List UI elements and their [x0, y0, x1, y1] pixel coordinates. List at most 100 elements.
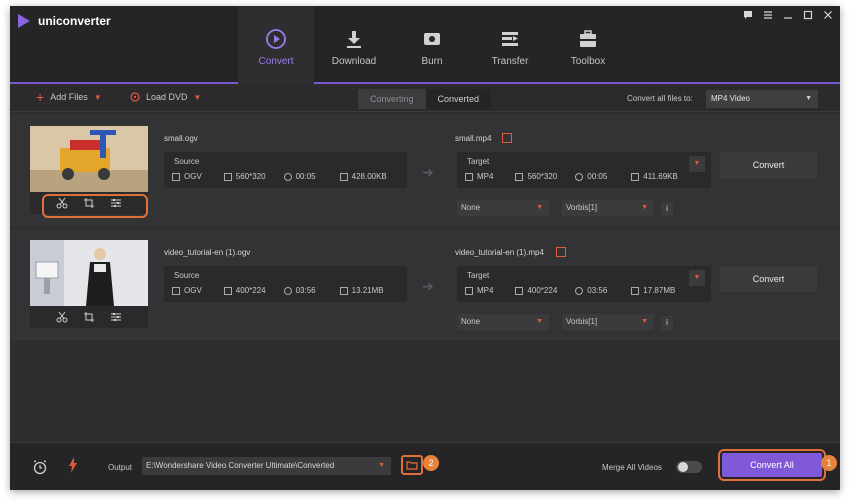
app-window: uniconverter Convert Download Burn Trans… — [10, 6, 840, 490]
convert-all-button[interactable]: Convert All — [722, 453, 822, 477]
source-size: 428.00KB — [351, 172, 387, 181]
effects-icon[interactable] — [110, 311, 122, 323]
crop-icon[interactable] — [83, 311, 95, 323]
target-label: Target — [467, 271, 490, 280]
info-button[interactable]: i — [661, 316, 673, 330]
target-resolution: 560*320 — [527, 172, 558, 181]
folder-icon — [631, 172, 640, 181]
resolution-icon — [515, 286, 524, 295]
target-duration: 03:56 — [587, 286, 608, 295]
target-resolution: 400*224 — [527, 286, 558, 295]
toggle-knob — [678, 462, 688, 472]
chat-icon[interactable] — [742, 9, 754, 23]
lightning-icon[interactable] — [68, 457, 78, 476]
convert-all-to-label: Convert all files to: — [627, 94, 693, 103]
target-duration: 00:05 — [587, 172, 608, 181]
format-icon — [172, 172, 180, 181]
source-label: Source — [174, 157, 200, 166]
bottom-bar: Output E:\Wondershare Video Converter Ul… — [10, 442, 840, 490]
trim-icon[interactable] — [56, 311, 68, 323]
chevron-down-icon: ▼ — [641, 318, 648, 325]
tab-converted[interactable]: Converted — [425, 89, 492, 109]
load-dvd-button[interactable]: Load DVD ▼ — [130, 92, 201, 102]
target-file-name: small.mp4 — [455, 134, 492, 143]
chevron-down-icon: ▼ — [378, 462, 385, 469]
main-nav: Convert Download Burn Transfer Toolbox — [238, 6, 628, 84]
chevron-down-icon: ▼ — [641, 204, 648, 211]
nav-toolbox[interactable]: Toolbox — [550, 6, 626, 84]
add-files-button[interactable]: + Add Files ▼ — [36, 89, 102, 105]
close-icon[interactable] — [822, 9, 834, 23]
app-logo: uniconverter — [18, 14, 111, 28]
file-row: small.ogv Source OGV 560*320 00:05 428.0… — [10, 114, 840, 228]
arrow-right-icon: ➜ — [422, 278, 434, 294]
folder-icon — [631, 286, 640, 295]
subtitle-select[interactable]: None ▼ — [457, 200, 549, 216]
edit-tools — [30, 306, 148, 328]
output-path-select[interactable]: E:\Wondershare Video Converter Ultimate\… — [142, 457, 391, 475]
clock-icon — [283, 286, 292, 295]
target-format: MP4 — [477, 172, 494, 181]
clock-icon — [575, 172, 584, 181]
subtitle-select[interactable]: None ▼ — [457, 314, 549, 330]
video-thumbnail[interactable] — [30, 126, 148, 192]
plus-icon: + — [36, 89, 45, 105]
nav-toolbox-label: Toolbox — [570, 56, 606, 67]
convert-button[interactable]: Convert — [720, 152, 817, 178]
nav-burn-label: Burn — [421, 56, 443, 67]
transfer-icon — [499, 28, 521, 50]
chevron-down-icon: ▼ — [536, 204, 543, 211]
source-size: 13.21MB — [351, 286, 384, 295]
chevron-down-icon: ▼ — [805, 95, 812, 102]
audio-value: Vorbis[1] — [566, 203, 598, 212]
nav-burn[interactable]: Burn — [394, 6, 470, 84]
target-info: Target MP4 560*320 00:05 411.69KB — [457, 152, 711, 188]
tab-converting[interactable]: Converting — [358, 89, 426, 109]
target-format-dropdown[interactable]: ▼ — [689, 156, 705, 172]
convert-button[interactable]: Convert — [720, 266, 817, 292]
dvd-icon — [130, 92, 140, 102]
source-file-name: small.ogv — [164, 134, 198, 143]
target-format-dropdown[interactable]: ▼ — [689, 270, 705, 286]
folder-open-icon — [406, 461, 418, 470]
convert-all-to-select[interactable]: MP4 Video ▼ — [706, 90, 818, 108]
maximize-icon[interactable] — [802, 9, 814, 23]
alarm-clock-icon[interactable] — [32, 459, 48, 480]
audio-select[interactable]: Vorbis[1] ▼ — [562, 314, 654, 330]
info-button[interactable]: i — [661, 202, 673, 216]
edit-name-icon[interactable] — [556, 247, 566, 257]
merge-all-toggle[interactable] — [676, 461, 702, 473]
convert-all-to-value: MP4 Video — [711, 94, 750, 103]
burn-icon — [421, 28, 443, 50]
top-bar: uniconverter Convert Download Burn Trans… — [10, 6, 840, 84]
nav-download[interactable]: Download — [316, 6, 392, 84]
toolbox-icon — [577, 28, 599, 50]
folder-icon — [339, 172, 348, 181]
edit-tools-highlight — [42, 194, 148, 218]
audio-value: Vorbis[1] — [566, 317, 598, 326]
video-thumbnail[interactable] — [30, 240, 148, 306]
menu-icon[interactable] — [762, 9, 774, 23]
resolution-icon — [223, 172, 232, 181]
nav-download-label: Download — [331, 56, 377, 67]
minimize-icon[interactable] — [782, 9, 794, 23]
folder-icon — [339, 286, 348, 295]
add-files-label: Add Files — [50, 92, 88, 102]
edit-name-icon[interactable] — [502, 133, 512, 143]
source-format: OGV — [184, 172, 202, 181]
nav-transfer[interactable]: Transfer — [472, 6, 548, 84]
chevron-down-icon[interactable]: ▼ — [194, 93, 202, 102]
nav-convert[interactable]: Convert — [238, 6, 314, 84]
output-path-value: E:\Wondershare Video Converter Ultimate\… — [146, 461, 335, 470]
audio-select[interactable]: Vorbis[1] ▼ — [562, 200, 654, 216]
output-label: Output — [108, 463, 133, 472]
status-tabs: Converting Converted — [358, 89, 492, 109]
resolution-icon — [515, 172, 524, 181]
target-size: 411.69KB — [643, 172, 678, 181]
step-badge-1: 1 — [821, 455, 837, 471]
subtitle-value: None — [461, 317, 481, 326]
step-badge-2: 2 — [423, 455, 439, 471]
chevron-down-icon[interactable]: ▼ — [94, 93, 102, 102]
source-duration: 03:56 — [295, 286, 316, 295]
open-folder-button[interactable] — [401, 455, 423, 475]
